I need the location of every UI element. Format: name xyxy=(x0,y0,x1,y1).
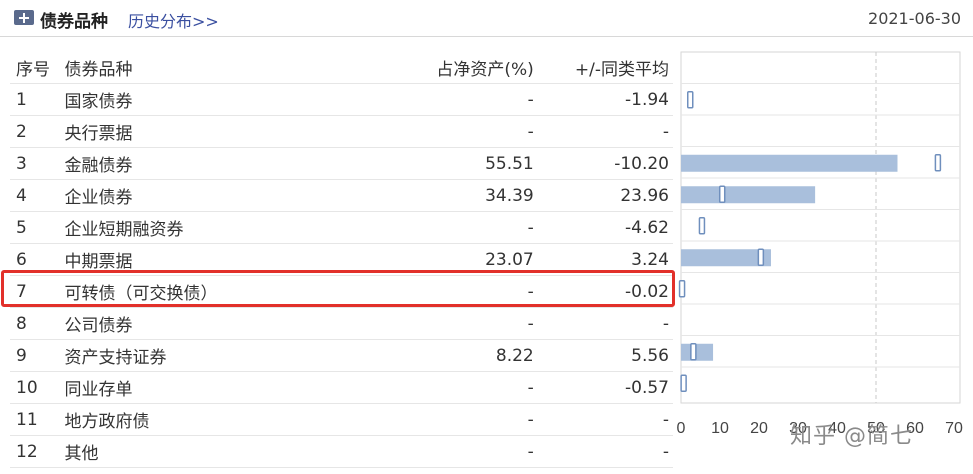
row-no: 5 xyxy=(10,211,65,244)
row-name: 央行票据 xyxy=(64,115,392,148)
row-no: 8 xyxy=(10,307,65,340)
row-name: 金融债券 xyxy=(64,147,392,180)
row-name: 地方政府债 xyxy=(64,403,392,436)
row-pct: 23.07 xyxy=(391,243,538,276)
row-name: 可转债（可交换债） xyxy=(64,275,392,308)
table-row: 1 国家债券 - -1.94 xyxy=(10,83,673,116)
bond-type-table: 序号 债券品种 占净资产(%) +/-同类平均 1 国家债券 - -1.94 2 央行票据… xyxy=(10,52,673,468)
row-avg: -0.57 xyxy=(537,371,673,404)
fund-bar xyxy=(681,343,714,361)
table-row: 2 央行票据 - - xyxy=(10,115,673,148)
column-header-name: 债券品种 xyxy=(64,52,392,84)
row-pct: 55.51 xyxy=(391,147,538,180)
column-header-no: 序号 xyxy=(10,52,65,84)
fund-bar xyxy=(681,154,898,172)
average-marker xyxy=(718,185,726,203)
table-row: 11 地方政府债 - - xyxy=(10,403,673,436)
table-row: 8 公司债券 - - xyxy=(10,307,673,340)
row-name: 企业短期融资券 xyxy=(64,211,392,244)
row-pct: - xyxy=(391,435,538,468)
row-avg: - xyxy=(537,403,673,436)
table-row: 6 中期票据 23.07 3.24 xyxy=(10,243,673,276)
row-pct: - xyxy=(391,307,538,340)
row-no: 6 xyxy=(10,243,65,276)
section-header: 债券品种 历史分布>> 2021-06-30 xyxy=(0,0,973,37)
fund-bar xyxy=(681,186,816,204)
row-no: 1 xyxy=(10,83,65,116)
average-marker xyxy=(757,248,765,266)
average-marker xyxy=(678,280,686,298)
report-date: 2021-06-30 xyxy=(868,9,961,28)
row-name: 其他 xyxy=(64,435,392,468)
row-avg: -10.20 xyxy=(537,147,673,180)
x-tick-label: 70 xyxy=(945,420,963,437)
x-tick-label: 10 xyxy=(711,420,729,437)
row-no: 9 xyxy=(10,339,65,372)
row-avg: 23.96 xyxy=(537,179,673,212)
table-row: 12 其他 - - xyxy=(10,435,673,468)
bar-chart: 0 10 20 30 40 50 60 70 xyxy=(676,51,973,437)
row-no: 11 xyxy=(10,403,65,436)
row-pct: - xyxy=(391,371,538,404)
row-no: 2 xyxy=(10,115,65,148)
row-pct: - xyxy=(391,83,538,116)
row-pct: - xyxy=(391,275,538,308)
row-pct: - xyxy=(391,115,538,148)
row-avg: 5.56 xyxy=(537,339,673,372)
row-name: 同业存单 xyxy=(64,371,392,404)
section-title: 债券品种 xyxy=(40,12,108,32)
column-header-avg: +/-同类平均 xyxy=(537,52,673,84)
row-avg: -0.02 xyxy=(537,275,673,308)
plot-frame xyxy=(680,51,961,404)
table-header-row: 序号 债券品种 占净资产(%) +/-同类平均 xyxy=(10,52,673,84)
row-avg: - xyxy=(537,115,673,148)
row-avg: 3.24 xyxy=(537,243,673,276)
row-pct: 34.39 xyxy=(391,179,538,212)
row-pct: - xyxy=(391,403,538,436)
row-pct: 8.22 xyxy=(391,339,538,372)
row-name: 资产支持证券 xyxy=(64,339,392,372)
x-tick-label: 20 xyxy=(750,420,768,437)
row-no: 10 xyxy=(10,371,65,404)
table-row: 3 金融债券 55.51 -10.20 xyxy=(10,147,673,180)
row-no: 4 xyxy=(10,179,65,212)
bar-chart-svg: 0 10 20 30 40 50 60 70 xyxy=(677,51,963,437)
row-avg: -4.62 xyxy=(537,211,673,244)
column-header-pct: 占净资产(%) xyxy=(391,52,538,84)
table-row: 4 企业债券 34.39 23.96 xyxy=(10,179,673,212)
average-marker xyxy=(687,91,694,109)
row-name: 国家债券 xyxy=(64,83,392,116)
average-marker xyxy=(690,343,697,361)
row-name: 公司债券 xyxy=(64,307,392,340)
average-marker xyxy=(698,217,706,235)
row-avg: - xyxy=(537,435,673,468)
fund-bar xyxy=(681,249,771,267)
average-marker xyxy=(680,374,687,392)
row-avg: - xyxy=(537,307,673,340)
x-tick-label: 0 xyxy=(677,420,686,437)
plus-square-icon[interactable] xyxy=(14,10,34,25)
watermark: 知乎 @简七 xyxy=(790,424,913,449)
row-no: 7 xyxy=(10,275,65,308)
table-row: 5 企业短期融资券 - -4.62 xyxy=(10,211,673,244)
average-marker xyxy=(934,154,942,172)
table-row: 9 资产支持证券 8.22 5.56 xyxy=(10,339,673,372)
row-pct: - xyxy=(391,211,538,244)
row-name: 中期票据 xyxy=(64,243,392,276)
table-row: 10 同业存单 - -0.57 xyxy=(10,371,673,404)
history-distribution-link[interactable]: 历史分布>> xyxy=(128,8,219,32)
row-avg: -1.94 xyxy=(537,83,673,116)
row-name: 企业债券 xyxy=(64,179,392,212)
row-no: 3 xyxy=(10,147,65,180)
row-no: 12 xyxy=(10,435,65,468)
table-row: 7 可转债（可交换债） - -0.02 xyxy=(10,275,673,308)
